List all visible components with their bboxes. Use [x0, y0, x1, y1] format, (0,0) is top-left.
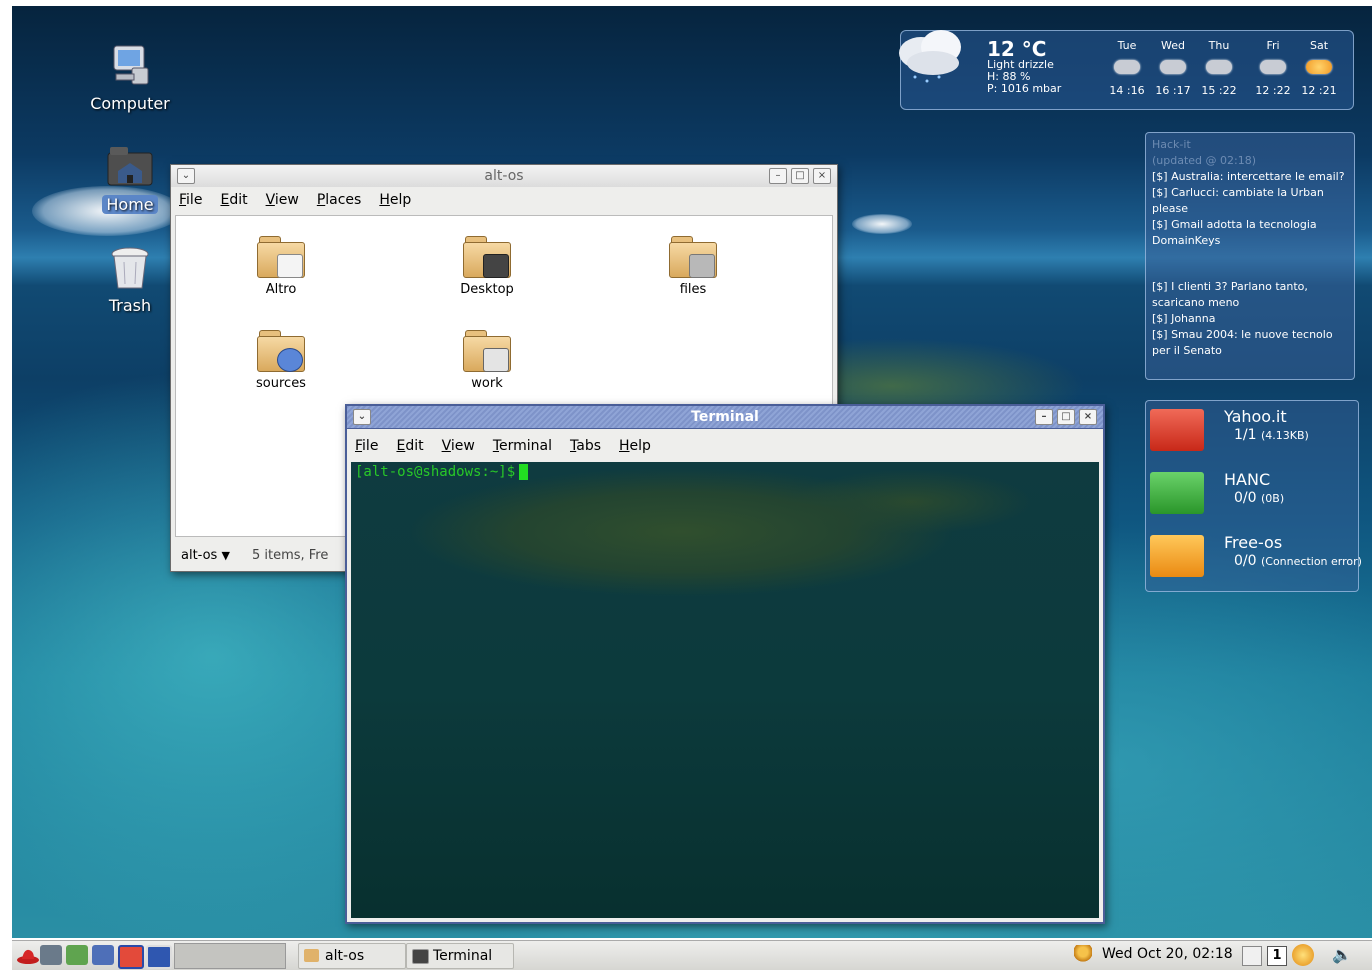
taskbar-task-alt-os[interactable]: alt-os	[298, 943, 406, 969]
news-updated: (updated @ 02:18)	[1152, 154, 1257, 167]
folder-icon	[667, 232, 719, 280]
menu-help[interactable]: Help	[619, 438, 651, 454]
cloud-icon	[893, 25, 973, 83]
minimize-button[interactable]: –	[1035, 409, 1053, 425]
terminal-window[interactable]: ⌄ Terminal – □ × File Edit View Terminal…	[345, 404, 1105, 924]
folder-sources[interactable]: sources	[226, 326, 336, 391]
desktop-icon-home[interactable]: Home	[75, 143, 185, 214]
menu-file[interactable]: File	[355, 438, 378, 454]
window-titlebar[interactable]: ⌄ alt-os – □ ×	[171, 165, 837, 187]
menubar: File Edit View Terminal Tabs Help	[347, 433, 1103, 459]
news-item[interactable]: [$] Smau 2004: le nuove tecnolo per il S…	[1152, 327, 1348, 359]
mail-checker-widget: Yahoo.it 1/1 (4.13KB) HANC 0/0 (0B) Free…	[1145, 400, 1362, 592]
taskbar-task-terminal[interactable]: Terminal	[406, 943, 514, 969]
news-header: Hack-it	[1152, 138, 1191, 151]
news-item[interactable]: [$] Australia: intercettare le email?	[1152, 169, 1348, 185]
launcher-icon[interactable]	[146, 945, 172, 969]
mailbox-yahoo[interactable]: Yahoo.it 1/1 (4.13KB)	[1146, 403, 1372, 463]
minimize-button[interactable]: –	[769, 168, 787, 184]
workspace-switcher[interactable]	[174, 943, 286, 969]
menu-view[interactable]: View	[442, 438, 475, 454]
menu-places[interactable]: Places	[317, 192, 362, 208]
menu-terminal[interactable]: Terminal	[493, 438, 552, 454]
launcher-icon[interactable]	[40, 945, 62, 965]
workspace-indicator[interactable]: 1	[1267, 946, 1287, 966]
user-icon[interactable]	[1074, 945, 1092, 965]
folder-icon	[255, 326, 307, 374]
forecast-day: Thu 15 :22	[1201, 39, 1237, 97]
main-menu-hat-icon[interactable]	[16, 945, 39, 965]
status-text: 5 items, Fre	[251, 547, 329, 563]
menu-tabs[interactable]: Tabs	[570, 438, 601, 454]
mailbox-free-os[interactable]: Free-os 0/0 (Connection error)	[1146, 529, 1372, 589]
folder-work[interactable]: work	[432, 326, 542, 391]
folder-files[interactable]: files	[638, 232, 748, 297]
show-desktop-icon[interactable]	[1242, 946, 1262, 966]
menu-edit[interactable]: Edit	[220, 192, 247, 208]
mailbox-hanc[interactable]: HANC 0/0 (0B)	[1146, 466, 1372, 526]
mail-folder-icon	[1150, 409, 1204, 451]
volume-icon[interactable]: 🔈	[1332, 945, 1352, 964]
folder-icon	[461, 232, 513, 280]
news-item[interactable]: [$] Johanna	[1152, 311, 1348, 327]
bottom-panel: alt-os Terminal Wed Oct 20, 02:18 1 🔈	[12, 940, 1372, 970]
news-item[interactable]: [$] I clienti 3? Parlano tanto, scarican…	[1152, 279, 1348, 311]
cursor	[519, 464, 529, 480]
launcher-icon[interactable]	[92, 945, 114, 965]
maximize-button[interactable]: □	[1057, 409, 1075, 425]
trash-icon	[106, 244, 154, 292]
update-notifier-icon[interactable]	[1292, 944, 1314, 966]
folder-desktop[interactable]: Desktop	[432, 232, 542, 297]
forecast-day: Tue 14 :16	[1109, 39, 1145, 97]
terminal-icon	[412, 949, 429, 964]
close-button[interactable]: ×	[813, 168, 831, 184]
terminal-screen[interactable]: [alt-os@shadows:~]$	[351, 462, 1099, 918]
cloud-icon	[1260, 60, 1286, 74]
desktop-icon-computer[interactable]: Computer	[75, 42, 185, 113]
launcher-icon[interactable]	[118, 945, 144, 969]
menu-view[interactable]: View	[266, 192, 299, 208]
home-folder-icon	[106, 143, 154, 191]
cloud-icon	[1206, 60, 1232, 74]
news-feed-widget: Hack-it (updated @ 02:18) [$] Australia:…	[1145, 132, 1355, 380]
mail-folder-icon	[1150, 535, 1204, 577]
news-item[interactable]: [$] Carlucci: cambiate la Urban please	[1152, 185, 1348, 217]
launcher-icon[interactable]	[66, 945, 88, 965]
menubar: File Edit View Places Help	[171, 187, 837, 213]
cloud-icon	[1114, 60, 1140, 74]
mail-folder-icon	[1150, 472, 1204, 514]
menu-edit[interactable]: Edit	[396, 438, 423, 454]
window-menu-icon[interactable]: ⌄	[177, 168, 195, 184]
weather-details: Light drizzle H: 88 % P: 1016 mbar	[987, 59, 1061, 95]
desktop-icon-trash[interactable]: Trash	[75, 244, 185, 315]
terminal-prompt: [alt-os@shadows:~]$	[355, 464, 529, 480]
folder-icon	[255, 232, 307, 280]
weather-pressure: P: 1016 mbar	[987, 82, 1062, 95]
forecast-day: Wed 16 :17	[1155, 39, 1191, 97]
computer-icon	[106, 42, 154, 90]
window-menu-icon[interactable]: ⌄	[353, 409, 371, 425]
cloud-icon	[1160, 60, 1186, 74]
location-dropdown[interactable]: alt-os ▼	[181, 548, 230, 563]
close-button[interactable]: ×	[1079, 409, 1097, 425]
forecast-day: Sat 12 :21	[1301, 39, 1337, 97]
clock[interactable]: Wed Oct 20, 02:18	[1102, 946, 1233, 962]
news-item[interactable]: [$] Gmail adotta la tecnologia DomainKey…	[1152, 217, 1348, 249]
window-title: alt-os	[484, 168, 524, 184]
folder-altro[interactable]: Altro	[226, 232, 336, 297]
folder-icon	[304, 949, 319, 962]
window-titlebar[interactable]: ⌄ Terminal – □ ×	[347, 406, 1103, 429]
window-title: Terminal	[691, 409, 759, 425]
folder-icon	[461, 326, 513, 374]
sun-icon	[1306, 60, 1332, 74]
maximize-button[interactable]: □	[791, 168, 809, 184]
menu-help[interactable]: Help	[379, 192, 411, 208]
menu-file[interactable]: File	[179, 192, 202, 208]
forecast-day: Fri 12 :22	[1255, 39, 1291, 97]
weather-widget: 12 °C Light drizzle H: 88 % P: 1016 mbar…	[899, 30, 1354, 110]
chevron-down-icon: ▼	[221, 548, 230, 562]
